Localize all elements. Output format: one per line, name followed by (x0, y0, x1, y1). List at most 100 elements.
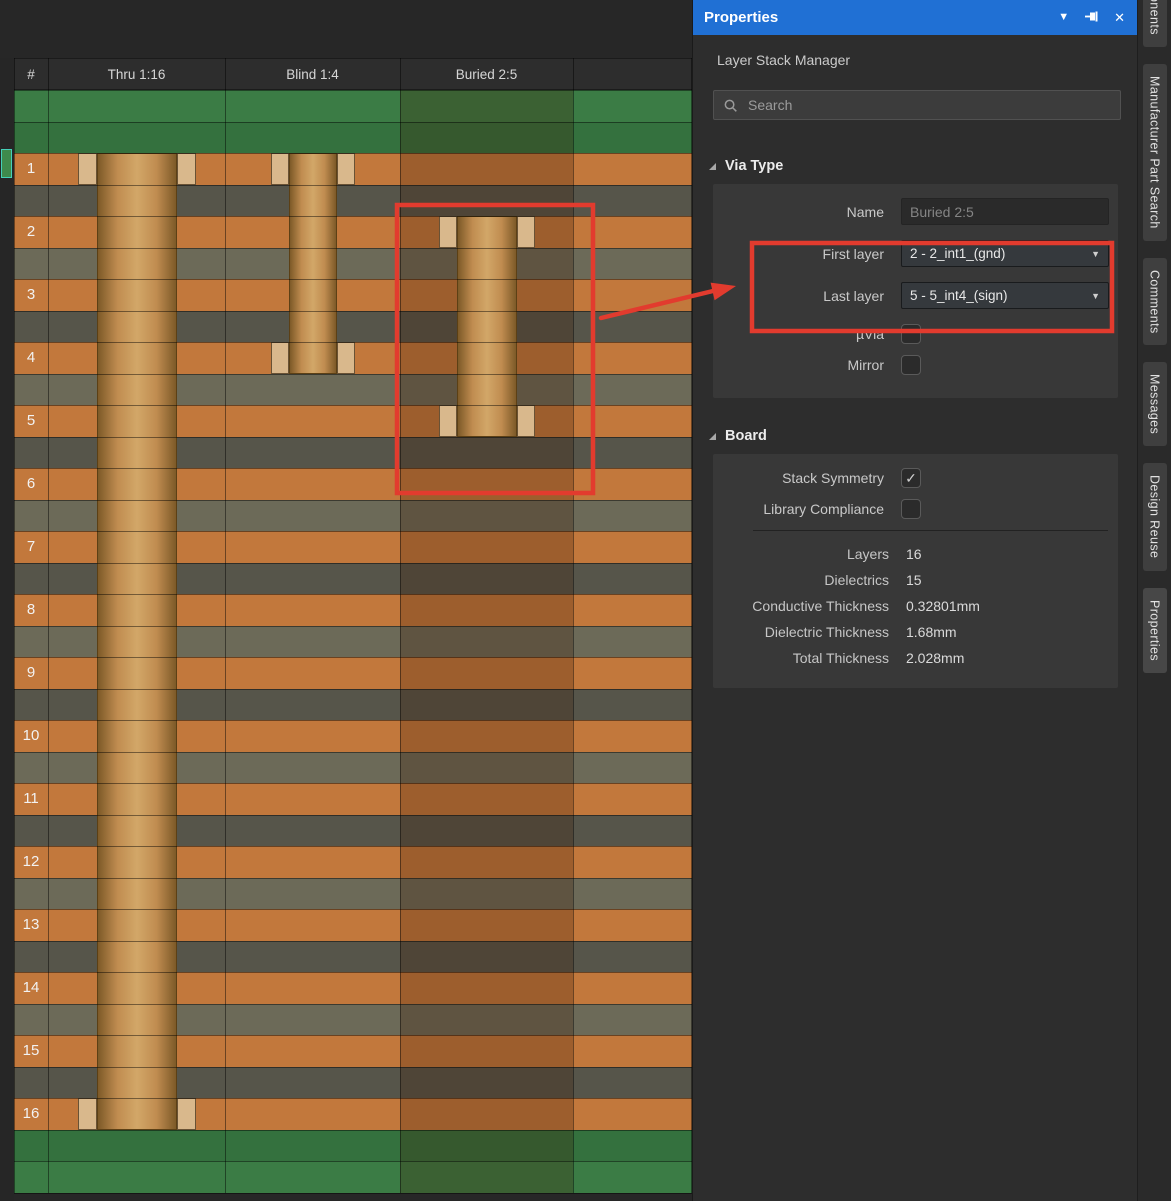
stat-value: 15 (906, 572, 1108, 588)
grid-line (14, 1035, 692, 1036)
grid-line (48, 58, 49, 1193)
last-layer-label: Last layer (723, 288, 884, 304)
grid-line (14, 815, 692, 816)
library-compliance-checkbox[interactable] (901, 499, 921, 519)
via-name-field: Buried 2:5 (901, 198, 1109, 225)
board-stat-row: Dielectrics 15 (723, 572, 1108, 588)
grid-line (400, 58, 401, 1193)
panel-subtitle: Layer Stack Manager (717, 52, 1137, 68)
grid-line (14, 1161, 692, 1162)
via-type-section-label: Via Type (725, 158, 783, 174)
grid-line (14, 1004, 692, 1005)
first-layer-label: First layer (723, 246, 884, 262)
chevron-down-icon: ▼ (1091, 249, 1100, 259)
grid-line (14, 531, 692, 532)
panel-tab-messages[interactable]: Messages (1143, 362, 1167, 446)
layer-number: 11 (14, 783, 48, 815)
stack-row (14, 122, 692, 154)
board-stat-row: Layers16 (723, 546, 1108, 562)
mirror-label: Mirror (723, 357, 884, 373)
column-header--[interactable]: # (14, 59, 48, 91)
via-type-section-header[interactable]: Via Type (709, 158, 1137, 174)
last-layer-select[interactable]: 5 - 5_int4_(sign) ▼ (901, 282, 1109, 309)
board-section-header[interactable]: Board (709, 428, 1137, 444)
grid-line (14, 311, 692, 312)
panel-title: Properties (704, 9, 778, 26)
properties-panel-header: Properties ▼ ✕ (693, 0, 1137, 35)
first-layer-select[interactable]: 2 - 2_int1_(gnd) ▼ (901, 240, 1109, 267)
panel-tab-comments[interactable]: Comments (1143, 258, 1167, 346)
row-select-gutter[interactable] (0, 58, 14, 1201)
via-pad (517, 405, 535, 437)
grid-line (14, 185, 692, 186)
grid-line (14, 972, 692, 973)
board-section-label: Board (725, 428, 767, 444)
via-pad (78, 1098, 97, 1130)
column-header-buried-2-5[interactable]: Buried 2:5 (400, 59, 573, 91)
mirror-row: Mirror (723, 355, 1108, 375)
grid-line (14, 122, 692, 123)
chevron-down-icon: ▼ (1091, 291, 1100, 301)
search-icon (723, 98, 738, 113)
layer-number: 4 (14, 342, 48, 374)
panel-dropdown-icon[interactable]: ▼ (1058, 12, 1069, 23)
via-type-section: Name Buried 2:5 First layer 2 - 2_int1_(… (713, 184, 1118, 398)
grid-line (14, 657, 692, 658)
panel-tab-properties[interactable]: Properties (1143, 588, 1167, 673)
stack-symmetry-label: Stack Symmetry (723, 470, 884, 486)
via-pad (517, 216, 535, 248)
via-pad (439, 405, 457, 437)
uvia-checkbox[interactable] (901, 324, 921, 344)
via-pad (337, 342, 355, 374)
grid-line (14, 1130, 692, 1131)
grid-line (14, 216, 692, 217)
stat-label: Total Thickness (723, 650, 889, 666)
panel-tab-components[interactable]: Components (1143, 0, 1167, 47)
stack-row (14, 90, 692, 122)
grid-line (14, 500, 692, 501)
stack-symmetry-checkbox[interactable]: ✓ (901, 468, 921, 488)
grid-line (14, 405, 692, 406)
via-buried-barrel[interactable] (457, 216, 517, 437)
panel-tab-manufacturer-part-search[interactable]: Manufacturer Part Search (1143, 64, 1167, 241)
mirror-checkbox[interactable] (901, 355, 921, 375)
via-pad (177, 153, 196, 185)
grid-line (225, 58, 226, 1193)
grid-line (14, 594, 692, 595)
via-name-row: Name Buried 2:5 (723, 198, 1108, 225)
grid-line (14, 374, 692, 375)
stat-label: Dielectrics (723, 572, 889, 588)
stat-value: 0.32801mm (906, 598, 1108, 614)
grid-line (14, 878, 692, 879)
column-header-thru-1-16[interactable]: Thru 1:16 (48, 59, 225, 91)
column-header-blind-1-4[interactable]: Blind 1:4 (225, 59, 400, 91)
layer-number: 8 (14, 594, 48, 626)
grid-line (14, 248, 692, 249)
properties-panel: Properties ▼ ✕ Layer Stack Manager Via T… (692, 0, 1137, 1201)
grid-line (14, 58, 15, 1193)
stack-row (14, 1161, 692, 1193)
grid-line (14, 563, 692, 564)
uvia-row: µVia (723, 324, 1108, 344)
panel-tab-design-reuse[interactable]: Design Reuse (1143, 463, 1167, 570)
stat-value: 2.028mm (906, 650, 1108, 666)
via-thru-barrel[interactable] (97, 153, 177, 1130)
board-stat-row: Dielectric Thickness1.68mm (723, 624, 1108, 640)
grid-line (14, 720, 692, 721)
last-layer-value: 5 - 5_int4_(sign) (910, 288, 1008, 303)
layer-number: 14 (14, 972, 48, 1004)
uvia-label: µVia (723, 326, 884, 342)
name-label: Name (723, 204, 884, 220)
grid-line (14, 279, 692, 280)
grid-line (14, 1098, 692, 1099)
grid-line (14, 437, 692, 438)
search-input[interactable] (746, 96, 1111, 114)
search-box[interactable] (713, 90, 1121, 120)
column-header-empty[interactable] (573, 59, 692, 91)
via-pad (78, 153, 97, 185)
grid-line (14, 689, 692, 690)
panel-pin-icon[interactable] (1084, 9, 1099, 27)
panel-close-icon[interactable]: ✕ (1114, 11, 1125, 24)
layer-number: 9 (14, 657, 48, 689)
via-blind-barrel[interactable] (289, 153, 337, 374)
